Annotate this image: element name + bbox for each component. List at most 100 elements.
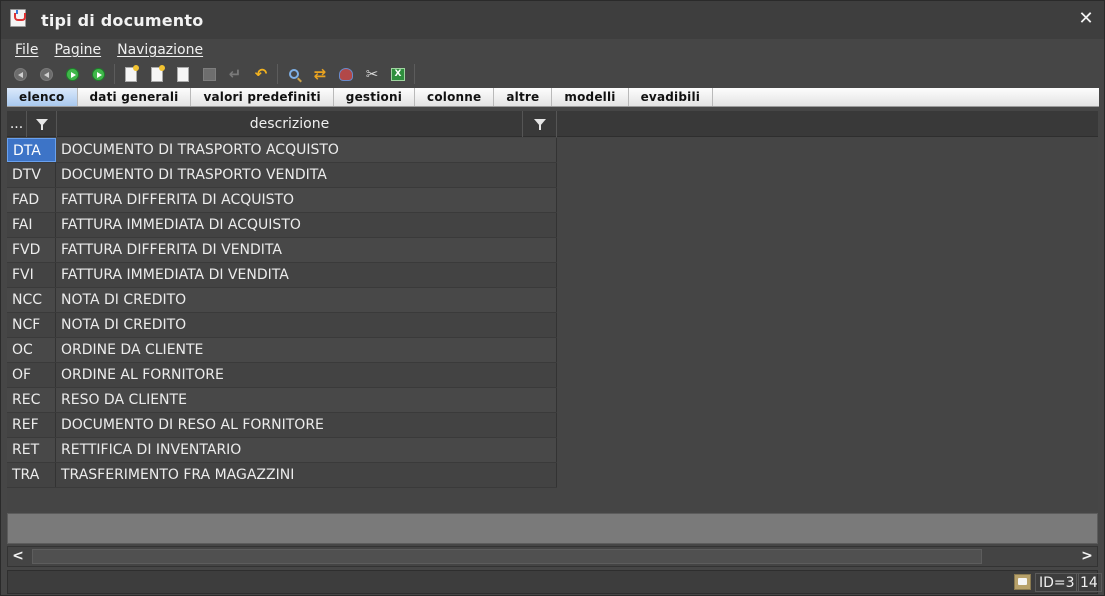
cell-code[interactable]: REF bbox=[7, 413, 56, 437]
cell-code[interactable]: DTV bbox=[7, 163, 56, 187]
cell-descrizione[interactable]: FATTURA IMMEDIATA DI ACQUISTO bbox=[57, 213, 557, 237]
cancel-icon: ↵ bbox=[228, 65, 242, 83]
cell-code[interactable]: FVI bbox=[7, 263, 56, 287]
cell-code[interactable]: OC bbox=[7, 338, 56, 362]
cell-descrizione[interactable]: NOTA DI CREDITO bbox=[57, 313, 557, 337]
cell-code[interactable]: FVD bbox=[7, 238, 56, 262]
cell-code[interactable]: RET bbox=[7, 438, 56, 462]
filter-button-code[interactable] bbox=[27, 111, 57, 137]
tab-bar: elenco dati generali valori predefiniti … bbox=[7, 88, 1099, 107]
table-row[interactable]: REF DOCUMENTO DI RESO AL FORNITORE bbox=[7, 413, 557, 438]
table-row[interactable]: TRA TRASFERIMENTO FRA MAGAZZINI bbox=[7, 463, 557, 488]
status-record-id: ID=3 bbox=[1035, 573, 1079, 592]
table-row[interactable]: DTV DOCUMENTO DI TRASPORTO VENDITA bbox=[7, 163, 557, 188]
cell-descrizione[interactable]: FATTURA DIFFERITA DI VENDITA bbox=[57, 238, 557, 262]
tab-valori-predefiniti[interactable]: valori predefiniti bbox=[191, 88, 334, 106]
tab-elenco[interactable]: elenco bbox=[7, 88, 78, 106]
menu-pagine[interactable]: Pagine bbox=[54, 42, 101, 58]
tools-button[interactable]: ✂ bbox=[359, 63, 385, 85]
cancel-button[interactable]: ↵ bbox=[222, 63, 248, 85]
filter-search-icon bbox=[339, 67, 353, 81]
close-icon[interactable]: ✕ bbox=[1076, 9, 1096, 29]
scroll-thumb[interactable] bbox=[32, 549, 982, 564]
menu-bar: File Pagine Navigazione bbox=[1, 39, 1104, 61]
cell-code[interactable]: FAD bbox=[7, 188, 56, 212]
table-row[interactable]: FAD FATTURA DIFFERITA DI ACQUISTO bbox=[7, 188, 557, 213]
toolbar-separator bbox=[114, 64, 115, 84]
cell-descrizione[interactable]: FATTURA IMMEDIATA DI VENDITA bbox=[57, 263, 557, 287]
table-row[interactable]: FAI FATTURA IMMEDIATA DI ACQUISTO bbox=[7, 213, 557, 238]
tab-gestioni[interactable]: gestioni bbox=[334, 88, 416, 106]
refresh-button[interactable]: ⇄ bbox=[307, 63, 333, 85]
refresh-icon: ⇄ bbox=[313, 65, 327, 83]
cell-descrizione[interactable]: RESO DA CLIENTE bbox=[57, 388, 557, 412]
chevron-right-icon[interactable]: > bbox=[1077, 547, 1097, 566]
duplicate-document-button[interactable] bbox=[144, 63, 170, 85]
cell-code[interactable]: NCF bbox=[7, 313, 56, 337]
table-row[interactable]: FVI FATTURA IMMEDIATA DI VENDITA bbox=[7, 263, 557, 288]
new-document-button[interactable] bbox=[118, 63, 144, 85]
cell-descrizione[interactable]: ORDINE AL FORNITORE bbox=[57, 363, 557, 387]
record-info-icon[interactable] bbox=[1014, 574, 1031, 590]
data-grid: ... descrizione DTA DOCUMENTO DI TRASPORT… bbox=[7, 111, 1098, 511]
edit-document-button[interactable] bbox=[170, 63, 196, 85]
tab-dati-generali[interactable]: dati generali bbox=[78, 88, 192, 106]
cell-descrizione[interactable]: DOCUMENTO DI RESO AL FORNITORE bbox=[57, 413, 557, 437]
column-header-descrizione[interactable]: descrizione bbox=[57, 111, 523, 137]
cell-descrizione[interactable]: NOTA DI CREDITO bbox=[57, 288, 557, 312]
cell-code[interactable]: FAI bbox=[7, 213, 56, 237]
next-record-icon bbox=[65, 67, 79, 81]
filter-search-button[interactable] bbox=[333, 63, 359, 85]
cell-code[interactable]: REC bbox=[7, 388, 56, 412]
menu-file[interactable]: File bbox=[15, 42, 38, 58]
table-row[interactable]: NCC NOTA DI CREDITO bbox=[7, 288, 557, 313]
undo-icon: ↶ bbox=[254, 65, 268, 83]
horizontal-scrollbar[interactable]: < > bbox=[7, 546, 1098, 567]
filter-icon bbox=[35, 118, 48, 130]
table-row[interactable]: RET RETTIFICA DI INVENTARIO bbox=[7, 438, 557, 463]
cell-code[interactable]: TRA bbox=[7, 463, 56, 487]
window-title: tipi di documento bbox=[41, 11, 204, 30]
cell-descrizione[interactable]: FATTURA DIFFERITA DI ACQUISTO bbox=[57, 188, 557, 212]
toolbar-separator bbox=[277, 64, 278, 84]
toolbar-separator bbox=[414, 64, 415, 84]
duplicate-document-icon bbox=[151, 64, 165, 82]
previous-record-icon bbox=[39, 67, 53, 81]
tab-altre[interactable]: altre bbox=[494, 88, 553, 106]
new-document-icon bbox=[125, 64, 139, 82]
cell-descrizione[interactable]: RETTIFICA DI INVENTARIO bbox=[57, 438, 557, 462]
status-bar: ID=3 14 bbox=[7, 570, 1102, 594]
undo-button[interactable]: ↶ bbox=[248, 63, 274, 85]
table-row[interactable]: OC ORDINE DA CLIENTE bbox=[7, 338, 557, 363]
excel-export-button[interactable]: X bbox=[385, 63, 411, 85]
table-row[interactable]: FVD FATTURA DIFFERITA DI VENDITA bbox=[7, 238, 557, 263]
save-button[interactable] bbox=[196, 63, 222, 85]
java-app-icon bbox=[10, 9, 26, 27]
first-record-icon bbox=[13, 67, 27, 81]
cell-code[interactable]: DTA bbox=[7, 138, 56, 162]
table-row[interactable]: DTA DOCUMENTO DI TRASPORTO ACQUISTO bbox=[7, 138, 557, 163]
cell-code[interactable]: NCC bbox=[7, 288, 56, 312]
menu-navigazione[interactable]: Navigazione bbox=[117, 42, 203, 58]
search-icon bbox=[289, 69, 299, 79]
column-header-code[interactable]: ... bbox=[7, 111, 27, 137]
tab-colonne[interactable]: colonne bbox=[415, 88, 495, 106]
cell-descrizione[interactable]: TRASFERIMENTO FRA MAGAZZINI bbox=[57, 463, 557, 487]
cell-descrizione[interactable]: DOCUMENTO DI TRASPORTO VENDITA bbox=[57, 163, 557, 187]
chevron-left-icon[interactable]: < bbox=[8, 547, 28, 566]
cell-descrizione[interactable]: DOCUMENTO DI TRASPORTO ACQUISTO bbox=[57, 138, 557, 162]
last-record-button[interactable] bbox=[85, 63, 111, 85]
table-row[interactable]: REC RESO DA CLIENTE bbox=[7, 388, 557, 413]
tab-evadibili[interactable]: evadibili bbox=[629, 88, 714, 106]
search-button[interactable] bbox=[281, 63, 307, 85]
cell-code[interactable]: OF bbox=[7, 363, 56, 387]
save-icon bbox=[202, 67, 216, 81]
cell-descrizione[interactable]: ORDINE DA CLIENTE bbox=[57, 338, 557, 362]
previous-record-button[interactable] bbox=[33, 63, 59, 85]
table-row[interactable]: NCF NOTA DI CREDITO bbox=[7, 313, 557, 338]
tab-modelli[interactable]: modelli bbox=[552, 88, 629, 106]
first-record-button[interactable] bbox=[7, 63, 33, 85]
next-record-button[interactable] bbox=[59, 63, 85, 85]
table-row[interactable]: OF ORDINE AL FORNITORE bbox=[7, 363, 557, 388]
filter-button-descrizione[interactable] bbox=[523, 111, 557, 137]
